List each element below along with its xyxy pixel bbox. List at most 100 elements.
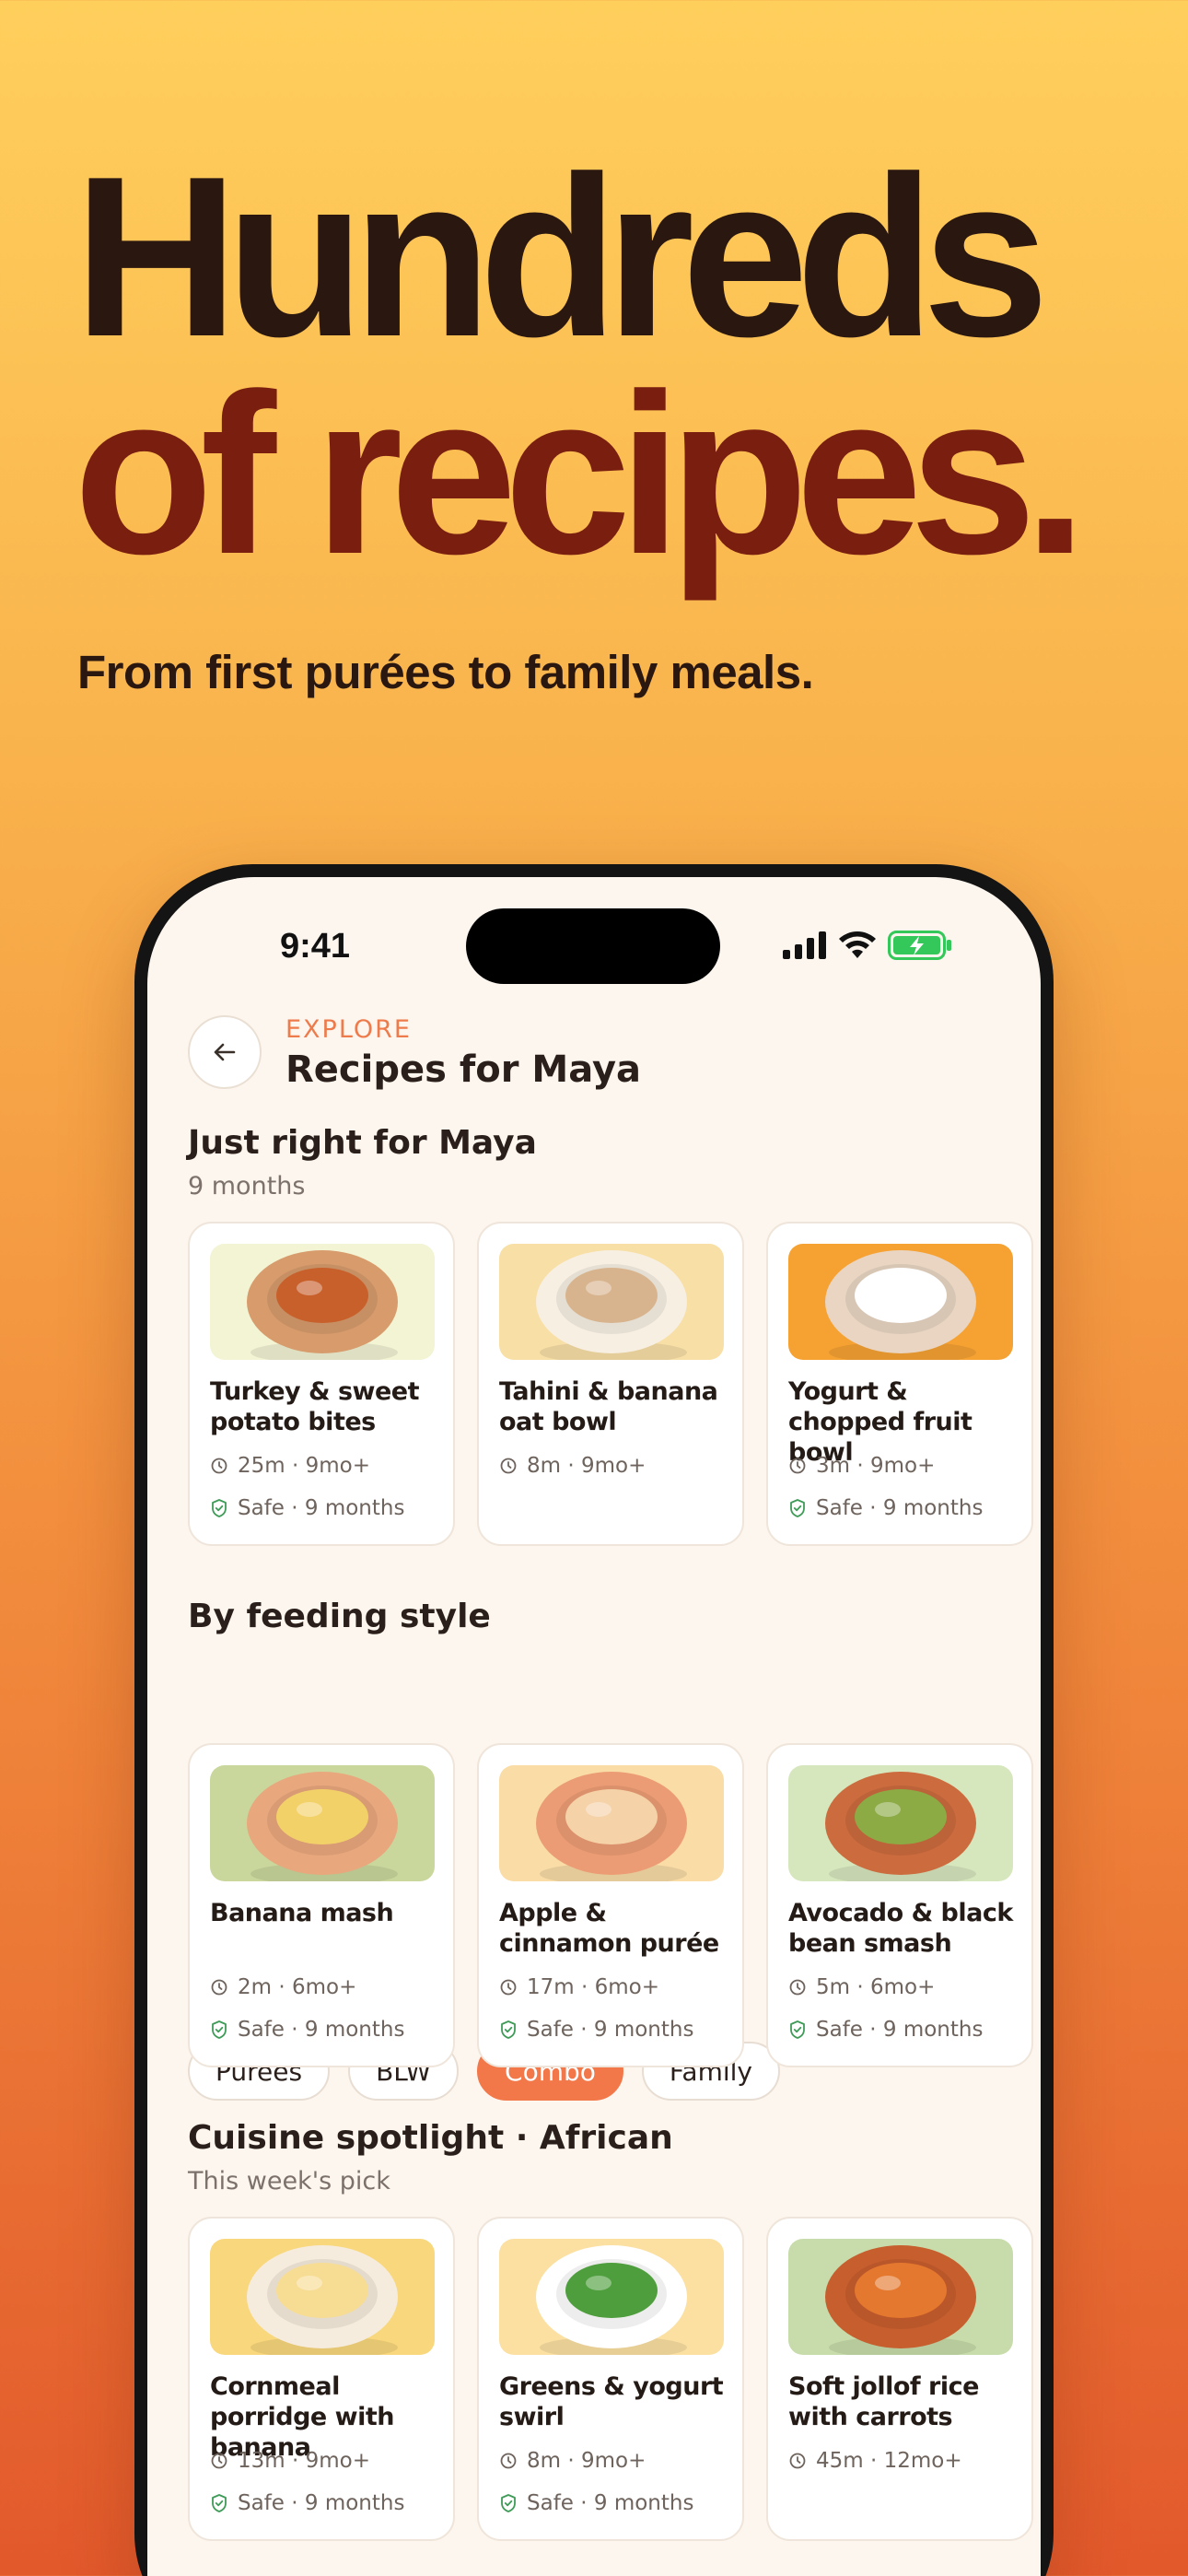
recipe-card[interactable]: Tahini & banana oat bowl 8m · 9mo+ (477, 1222, 744, 1546)
recipe-safety-label: Safe · 9 months (527, 2491, 694, 2515)
recipe-card[interactable]: Avocado & black bean smash 5m · 6mo+ Safe … (766, 1743, 1033, 2067)
recipe-safety-label: Safe · 9 months (238, 2018, 405, 2042)
hero-headline: Hundreds of recipes. (74, 128, 1087, 602)
recipe-time-age: 45m · 12mo+ (816, 2449, 962, 2473)
recipe-name: Avocado & black bean smash (788, 1899, 1013, 1958)
recipe-meta: 3m · 9mo+ (788, 1454, 935, 1478)
recipe-image (210, 1244, 435, 1360)
recipe-safety-label: Safe · 9 months (238, 2491, 405, 2515)
food-illustration (210, 1765, 435, 1881)
recipe-safety: Safe · 9 months (210, 1496, 404, 1520)
recipe-safety-label: Safe · 9 months (816, 2018, 984, 2042)
wifi-icon (839, 931, 876, 958)
recipe-meta: 25m · 9mo+ (210, 1454, 370, 1478)
food-illustration (210, 2239, 435, 2355)
clock-icon (789, 2453, 806, 2469)
clock-icon (500, 1458, 517, 1474)
recipe-name: Turkey & sweet potato bites (210, 1377, 420, 1436)
section-subtitle-cuisine: This week's pick (188, 2167, 390, 2195)
recipe-safety: Safe · 9 months (210, 2018, 404, 2042)
recipe-name: Greens & yogurt swirl (499, 2372, 724, 2431)
food-illustration (499, 2239, 724, 2355)
recipe-safety-label: Safe · 9 months (816, 1496, 984, 1520)
recipe-meta: 17m · 6mo+ (499, 1975, 659, 1999)
recipe-time-age: 8m · 9mo+ (527, 2449, 646, 2473)
signal-icon (783, 931, 826, 959)
shield-check-icon (501, 2494, 516, 2512)
recipe-card[interactable]: Cornmeal porridge with banana 13m · 9mo+ S… (188, 2217, 455, 2541)
recipe-image (210, 1765, 435, 1881)
recipe-row-cuisine: Cornmeal porridge with banana 13m · 9mo+ S… (188, 2217, 1033, 2541)
recipe-meta: 8m · 9mo+ (499, 1454, 646, 1478)
recipe-name: Banana mash (210, 1899, 394, 1927)
recipe-safety-label: Safe · 9 months (527, 2018, 694, 2042)
recipe-row-feeding-style: Banana mash 2m · 6mo+ Safe · 9 months Apple… (188, 1743, 1033, 2067)
section-title-just-right: Just right for Maya (188, 1124, 537, 1162)
recipe-name: Soft jollof rice with carrots (788, 2372, 979, 2431)
shield-check-icon (501, 2020, 516, 2039)
shield-check-icon (212, 2494, 227, 2512)
food-illustration (210, 1244, 435, 1360)
recipe-meta: 13m · 9mo+ (210, 2449, 370, 2473)
recipe-name: Tahini & banana oat bowl (499, 1377, 718, 1436)
recipe-time-age: 8m · 9mo+ (527, 1454, 646, 1478)
recipe-card[interactable]: Yogurt & chopped fruit bowl 3m · 9mo+ Safe… (766, 1222, 1033, 1546)
status-icons (783, 931, 952, 960)
recipe-safety-label: Safe · 9 months (238, 1496, 405, 1520)
food-illustration (788, 1765, 1013, 1881)
recipe-meta: 45m · 12mo+ (788, 2449, 962, 2473)
battery-icon (888, 931, 951, 960)
recipe-safety: Safe · 9 months (499, 2018, 693, 2042)
dynamic-island (466, 908, 720, 984)
hero-subtitle: From first purées to family meals. (77, 646, 814, 698)
recipe-safety: Safe · 9 months (499, 2491, 693, 2515)
recipe-card[interactable]: Banana mash 2m · 6mo+ Safe · 9 months (188, 1743, 455, 2067)
clock-icon (211, 1979, 227, 1996)
clock-icon (789, 1979, 806, 1996)
recipe-time-age: 17m · 6mo+ (527, 1975, 659, 1999)
section-subtitle-age: 9 months (188, 1172, 306, 1200)
clock-icon (211, 2453, 227, 2469)
recipe-image (788, 1244, 1013, 1360)
clock-icon (500, 2453, 517, 2469)
screen-title: Recipes for Maya (285, 1048, 642, 1091)
recipe-image (499, 2239, 724, 2355)
shield-check-icon (212, 1499, 227, 1517)
back-button[interactable] (188, 1015, 262, 1089)
recipe-time-age: 25m · 9mo+ (238, 1454, 370, 1478)
recipe-card[interactable]: Soft jollof rice with carrots 45m · 12mo+ (766, 2217, 1033, 2541)
recipe-image (788, 1765, 1013, 1881)
section-title-cuisine: Cuisine spotlight · African (188, 2119, 673, 2157)
recipe-time-age: 5m · 6mo+ (816, 1975, 936, 1999)
recipe-safety: Safe · 9 months (788, 1496, 983, 1520)
food-illustration (499, 1765, 724, 1881)
recipe-meta: 8m · 9mo+ (499, 2449, 646, 2473)
recipe-image (210, 2239, 435, 2355)
recipe-card[interactable]: Turkey & sweet potato bites 25m · 9mo+ Saf… (188, 1222, 455, 1546)
recipe-name: Apple & cinnamon purée (499, 1899, 719, 1958)
recipe-meta: 2m · 6mo+ (210, 1975, 356, 1999)
recipe-card[interactable]: Greens & yogurt swirl 8m · 9mo+ Safe · 9 m… (477, 2217, 744, 2541)
clock-icon (500, 1979, 517, 1996)
hero-line-2: of recipes. (74, 345, 1087, 602)
food-illustration (788, 1244, 1013, 1360)
shield-check-icon (212, 2020, 227, 2039)
food-illustration (499, 1244, 724, 1360)
food-illustration (788, 2239, 1013, 2355)
recipe-card[interactable]: Apple & cinnamon purée 17m · 6mo+ Safe · 9… (477, 1743, 744, 2067)
screen-eyebrow: EXPLORE (285, 1015, 412, 1044)
recipe-image (788, 2239, 1013, 2355)
arrow-left-icon (214, 1043, 236, 1061)
shield-check-icon (790, 2020, 805, 2039)
recipe-time-age: 3m · 9mo+ (816, 1454, 936, 1478)
recipe-time-age: 13m · 9mo+ (238, 2449, 370, 2473)
recipe-safety: Safe · 9 months (788, 2018, 983, 2042)
hero-line-1: Hundreds (74, 128, 1049, 384)
clock-icon (789, 1458, 806, 1474)
recipe-safety: Safe · 9 months (210, 2491, 404, 2515)
status-time: 9:41 (280, 927, 351, 966)
recipe-time-age: 2m · 6mo+ (238, 1975, 357, 1999)
section-title-feeding-style: By feeding style (188, 1598, 491, 1635)
app-screen: 9:41 EXPLORE Recipes for Maya Just right… (147, 877, 1041, 2576)
shield-check-icon (790, 1499, 805, 1517)
